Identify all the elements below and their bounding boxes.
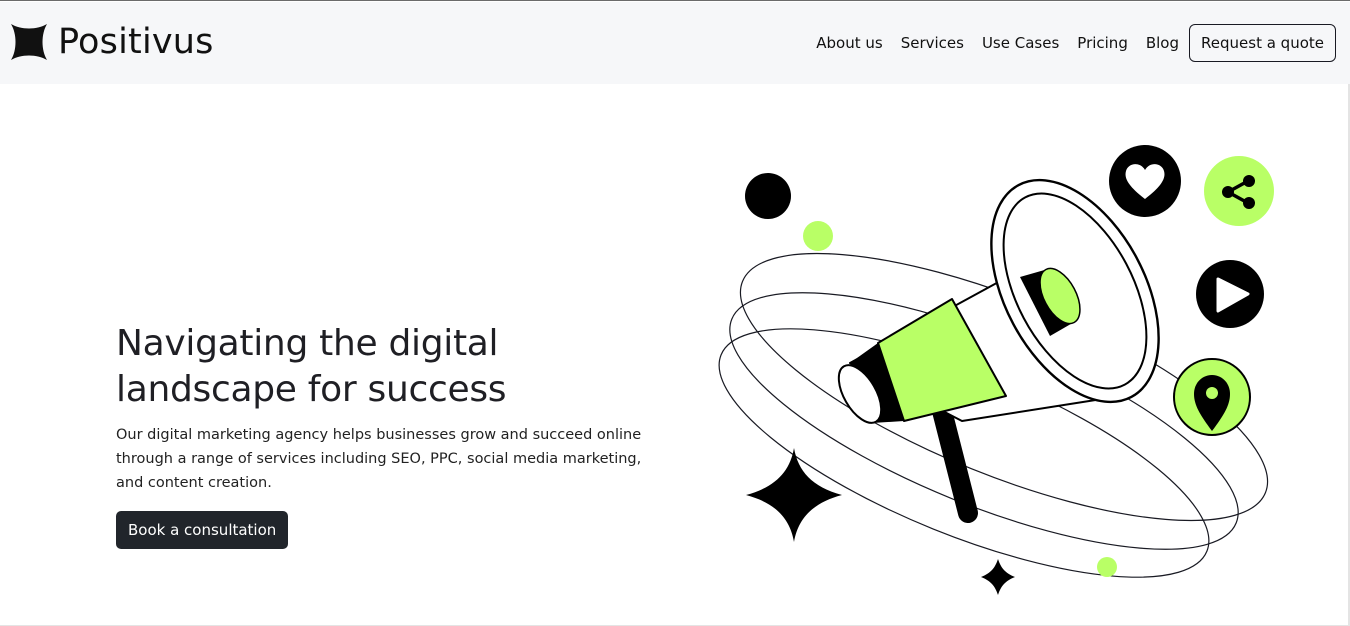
megaphone-illustration <box>718 145 1274 595</box>
nav-link-pricing[interactable]: Pricing <box>1077 24 1128 62</box>
location-pin-icon <box>1173 358 1251 436</box>
nav-link-about-us[interactable]: About us <box>816 24 882 62</box>
nav-link-use-cases[interactable]: Use Cases <box>982 24 1059 62</box>
heart-icon <box>1109 145 1181 217</box>
hero-description: Our digital marketing agency helps busin… <box>116 427 642 491</box>
page: Positivus About us Services Use Cases Pr… <box>0 0 1350 626</box>
navbar: Positivus About us Services Use Cases Pr… <box>0 2 1350 84</box>
nav-link-blog[interactable]: Blog <box>1146 24 1179 62</box>
hero-title: Navigating the digital landscape for suc… <box>116 321 676 413</box>
sparkle-star-icon <box>746 448 842 542</box>
four-point-star-logo-icon <box>11 24 47 60</box>
green-dot-small <box>1097 557 1117 577</box>
green-dot <box>803 221 833 251</box>
nav-link-services[interactable]: Services <box>901 24 964 62</box>
request-quote-button[interactable]: Request a quote <box>1189 24 1336 62</box>
small-sparkle-star-icon <box>981 559 1015 595</box>
brand-name: Positivus <box>58 22 214 62</box>
play-icon <box>1196 260 1264 328</box>
black-dot <box>745 173 791 219</box>
share-icon <box>1204 156 1274 226</box>
main-nav: About us Services Use Cases Pricing Blog… <box>816 24 1336 62</box>
book-consultation-button[interactable]: Book a consultation <box>116 511 289 549</box>
hero-title-line-2: landscape for success <box>116 369 507 410</box>
hero-title-line-1: Navigating the digital <box>116 323 499 364</box>
hero-section: Navigating the digital landscape for suc… <box>116 321 676 549</box>
brand[interactable]: Positivus <box>11 22 214 62</box>
